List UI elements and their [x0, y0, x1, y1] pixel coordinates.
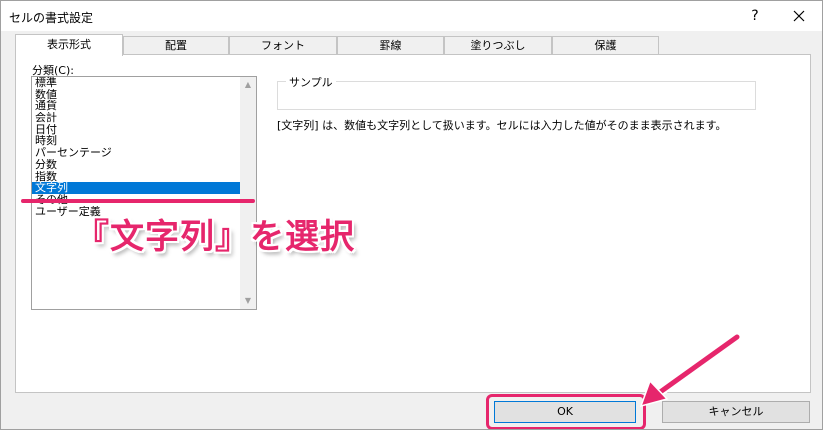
- tab-number-format[interactable]: 表示形式: [15, 34, 123, 56]
- annotation-arrow-icon: [639, 332, 742, 408]
- format-cells-dialog: セルの書式設定 ? 表示形式 配置 フォント 罫線 塗りつぶし 保護 分類(C)…: [0, 0, 823, 430]
